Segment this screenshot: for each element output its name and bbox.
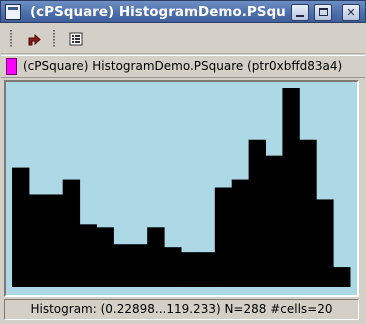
histogram-bar [96,227,114,287]
histogram-bar [181,252,199,288]
histogram-bar [231,179,250,287]
histogram-bar [299,139,317,287]
histogram-bar [214,187,233,287]
minimize-button[interactable] [291,4,309,21]
histogram-chart [12,88,351,288]
toolbar-grip[interactable] [10,30,12,48]
histogram-bar [130,244,148,287]
histogram-bar [147,227,165,287]
color-swatch [6,58,17,75]
object-info-row: (cPSquare) HistogramDemo.PSquare (ptr0xb… [1,55,365,78]
toolbar [1,24,365,54]
close-button[interactable]: ✕ [342,4,360,21]
histogram-bar [248,139,266,287]
object-label: (cPSquare) HistogramDemo.PSquare (ptr0xb… [23,59,343,73]
histogram-bar [316,199,334,287]
histogram-bar [265,155,283,287]
list-icon[interactable] [65,28,87,50]
title-bar: (cPSquare) HistogramDemo.PSquare ✕ [0,0,366,23]
status-bar: Histogram: (0.22898...119.233) N=288 #ce… [4,299,359,320]
window-menu-icon[interactable] [5,4,21,20]
histogram-bar [113,244,131,287]
histogram-bar [12,167,30,287]
maximize-icon [318,8,328,16]
histogram-bar [333,267,351,287]
histogram-bar [282,88,300,287]
maximize-button[interactable] [314,4,332,21]
status-text: Histogram: (0.22898...119.233) N=288 #ce… [30,302,333,316]
histogram-bar [62,179,81,287]
histogram-canvas[interactable] [4,80,359,297]
window-title: (cPSquare) HistogramDemo.PSquare [30,4,285,20]
histogram-bar [28,194,47,287]
histogram-bar [164,247,182,287]
histogram-bar [79,224,97,287]
histogram-bar [197,252,216,288]
close-icon: ✕ [346,6,356,19]
back-arrow-icon[interactable] [23,28,45,50]
minimize-icon [296,15,304,17]
toolbar-grip[interactable] [53,30,55,48]
histogram-bar [45,194,64,287]
